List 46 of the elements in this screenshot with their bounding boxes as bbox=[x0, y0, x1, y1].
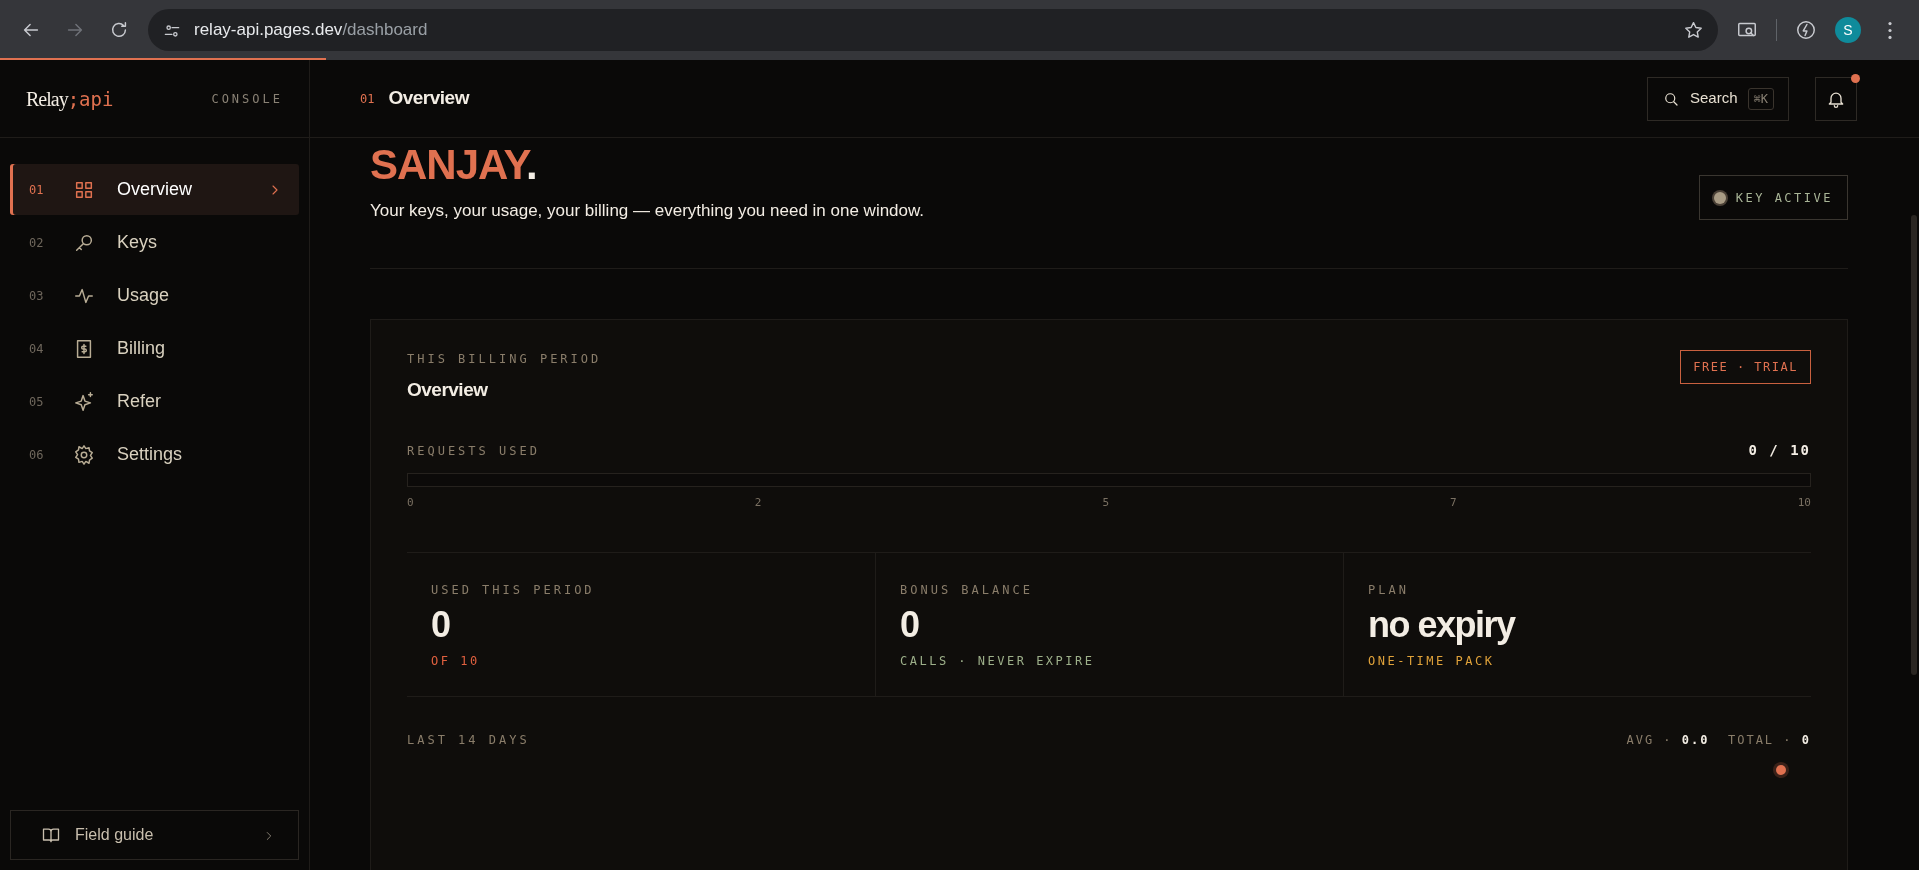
stat-note: ONE-TIME PACK bbox=[1368, 652, 1496, 670]
tick-label: 5 bbox=[1102, 495, 1109, 511]
subtitle: Your keys, your usage, your billing — everything you need in one window. bbox=[370, 200, 925, 222]
requests-label: REQUESTS USED bbox=[407, 442, 540, 460]
menu-icon bbox=[1888, 21, 1892, 39]
tick-label: 2 bbox=[754, 495, 762, 511]
console-label: CONSOLE bbox=[211, 90, 283, 108]
sidebar-item[interactable]: 01 Overview bbox=[10, 164, 299, 215]
stat-note: OF 10 bbox=[431, 652, 481, 670]
requests-reading: 0 / 10 bbox=[1748, 441, 1811, 460]
sidebar-item[interactable]: 02 Keys bbox=[10, 217, 299, 268]
stat-value: no expiry bbox=[1368, 602, 1517, 646]
plan-badge: FREE · TRIAL bbox=[1680, 349, 1811, 384]
chart-marker bbox=[1776, 764, 1786, 775]
greeting-name: SANJAY. bbox=[370, 144, 538, 186]
sidebar-item[interactable]: 04 Billing bbox=[10, 323, 299, 374]
stat-label: BONUS BALANCE bbox=[900, 581, 1034, 599]
tick-label: 7 bbox=[1450, 495, 1457, 511]
profile-avatar[interactable]: S bbox=[1835, 17, 1861, 43]
history-summary: AVG · 0.0 TOTAL · 0 bbox=[1626, 731, 1811, 749]
stat-value: 0 bbox=[431, 602, 451, 646]
shortcut-hint: ⌘K bbox=[1747, 87, 1774, 110]
address-bar[interactable]: relay-api.pages.dev/dashboard bbox=[148, 9, 1718, 51]
sidebar-item[interactable]: 05 Refer bbox=[10, 376, 299, 427]
history-label: LAST 14 DAYS bbox=[407, 731, 530, 749]
logo: Relay;api bbox=[26, 86, 114, 113]
field-guide-link[interactable]: Field guide bbox=[10, 810, 299, 860]
settings-icon bbox=[73, 444, 95, 467]
stat-label: PLAN bbox=[1368, 581, 1410, 599]
key-status-badge: KEY ACTIVE bbox=[1698, 175, 1848, 220]
bolt-icon bbox=[1795, 19, 1817, 41]
page-title: Overview bbox=[388, 86, 469, 111]
notifications-button[interactable] bbox=[1815, 76, 1857, 121]
stat-note: CALLS · NEVER EXPIRE bbox=[900, 652, 1096, 670]
tick-label: 10 bbox=[1797, 495, 1811, 511]
stat-label: USED THIS PERIOD bbox=[431, 581, 596, 599]
sparkle-icon bbox=[73, 391, 95, 414]
search-button[interactable]: Search ⌘K bbox=[1647, 76, 1789, 121]
card-title: Overview bbox=[407, 377, 489, 402]
sidebar-item[interactable]: 06 Settings bbox=[10, 429, 299, 480]
sidebar-item[interactable]: 03 Usage bbox=[10, 270, 299, 321]
stat-value: 0 bbox=[900, 602, 920, 646]
url-text: relay-api.pages.dev/dashboard bbox=[194, 19, 428, 42]
page-number: 01 bbox=[360, 90, 375, 108]
tick-label: 0 bbox=[407, 495, 414, 511]
section-label: THIS BILLING PERIOD bbox=[407, 350, 602, 368]
